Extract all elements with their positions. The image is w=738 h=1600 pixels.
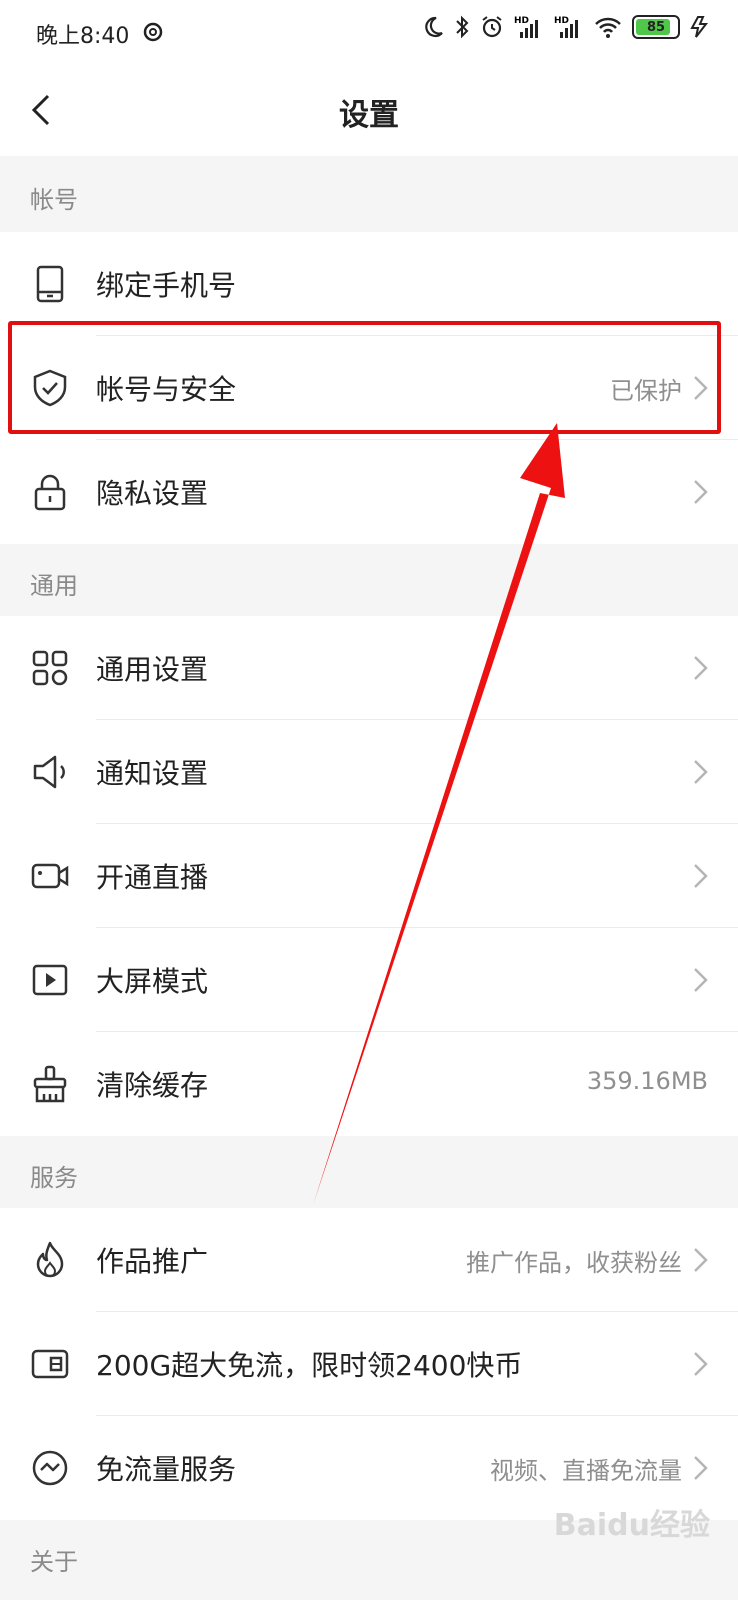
chevron-right-icon	[694, 1352, 708, 1376]
chevron-right-icon	[694, 376, 708, 400]
status-bar: 晚上8:40 HD HD 85	[0, 0, 738, 64]
notification-settings-label: 通知设置	[96, 757, 209, 790]
promotion-subtitle: 推广作品，收获粉丝	[466, 1249, 682, 1277]
camera-icon	[31, 863, 69, 889]
alarm-icon	[482, 16, 502, 38]
watermark-logo: Baidu经验	[553, 1508, 710, 1543]
svg-text:HD: HD	[554, 16, 569, 26]
section-label-account: 帐号	[30, 186, 78, 214]
big-screen-mode-label: 大屏模式	[96, 965, 209, 998]
big-screen-mode-row[interactable]: 大屏模式	[0, 928, 738, 1032]
general-settings-row[interactable]: 通用设置	[0, 616, 738, 720]
go-live-row[interactable]: 开通直播	[0, 824, 738, 928]
free-data-service-label: 免流量服务	[96, 1453, 237, 1486]
play-icon	[32, 964, 68, 996]
chevron-right-icon	[694, 480, 708, 504]
status-time: 晚上8:40	[36, 24, 130, 49]
account-security-label: 帐号与安全	[96, 373, 237, 406]
signal-hd-icon-2: HD	[554, 16, 578, 38]
grid-icon	[32, 650, 68, 686]
moon-icon	[425, 16, 443, 38]
bind-phone-label: 绑定手机号	[96, 269, 237, 302]
section-header-service: 服务	[0, 1136, 738, 1208]
bluetooth-icon	[456, 15, 469, 39]
flame-icon	[36, 1241, 64, 1278]
gauge-icon	[32, 1450, 68, 1486]
chevron-right-icon	[694, 760, 708, 784]
page-title: 设置	[339, 98, 399, 133]
go-live-label: 开通直播	[96, 861, 209, 894]
wifi-icon	[595, 17, 621, 38]
clear-cache-label: 清除缓存	[96, 1069, 209, 1102]
notification-settings-row[interactable]: 通知设置	[0, 720, 738, 824]
phone-icon	[36, 265, 64, 303]
broom-icon	[33, 1065, 67, 1103]
section-label-service: 服务	[30, 1164, 78, 1192]
svg-text:HD: HD	[514, 16, 529, 26]
netease-music-icon	[143, 22, 163, 42]
free-data-service-subtitle: 视频、直播免流量	[490, 1457, 682, 1485]
battery-level: 85	[646, 19, 666, 35]
cache-size: 359.16MB	[586, 1067, 708, 1095]
clear-cache-row[interactable]: 清除缓存 359.16MB	[0, 1032, 738, 1136]
section-label-general: 通用	[30, 572, 78, 600]
privacy-settings-row[interactable]: 隐私设置	[0, 440, 738, 544]
chevron-right-icon	[694, 656, 708, 680]
general-settings-label: 通用设置	[96, 653, 209, 686]
chevron-right-icon	[694, 864, 708, 888]
chevron-right-icon	[694, 1248, 708, 1272]
account-security-status: 已保护	[610, 377, 682, 405]
section-label-about: 关于	[30, 1548, 78, 1576]
chevron-right-icon	[694, 968, 708, 992]
bind-phone-row[interactable]: 绑定手机号	[0, 232, 738, 542]
shield-icon	[33, 369, 67, 407]
status-icons: HD HD 85	[422, 14, 710, 40]
signal-hd-icon-1: HD	[514, 16, 538, 38]
chevron-right-icon	[694, 1456, 708, 1480]
section-header-general: 通用	[0, 544, 738, 616]
charging-icon	[690, 16, 709, 38]
promotion-row[interactable]: 作品推广 推广作品，收获粉丝	[0, 1208, 738, 1312]
free-data-offer-label: 200G超大免流，限时领2400快币	[96, 1349, 523, 1382]
speaker-icon	[33, 755, 65, 789]
nav-bar: 设置	[0, 64, 738, 156]
privacy-settings-label: 隐私设置	[96, 477, 209, 510]
sim-card-icon	[31, 1349, 69, 1379]
free-data-offer-row[interactable]: 200G超大免流，限时领2400快币	[0, 1312, 738, 1416]
battery-icon: 85	[632, 15, 680, 39]
section-header-account: 帐号	[0, 156, 738, 232]
account-security-row[interactable]: 帐号与安全 已保护	[0, 336, 738, 440]
promotion-label: 作品推广	[96, 1245, 209, 1278]
lock-icon	[34, 474, 66, 511]
